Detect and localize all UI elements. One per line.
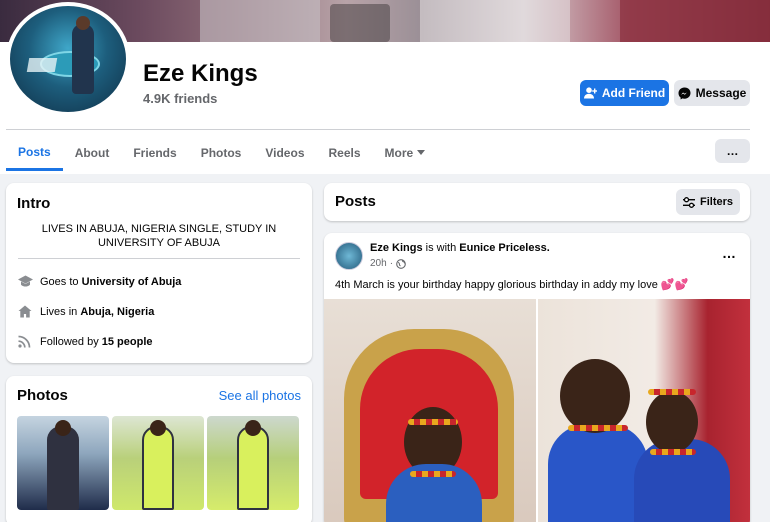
post-text: 4th March is your birthday happy gloriou… — [335, 278, 688, 291]
cover-photo-region — [330, 4, 390, 42]
add-friend-button[interactable]: Add Friend — [580, 80, 669, 106]
photo-figure — [47, 426, 79, 510]
posts-header-card: Posts Filters — [324, 183, 750, 221]
see-all-photos-link[interactable]: See all photos — [219, 388, 301, 403]
woman-head-graphic — [646, 391, 698, 453]
cover-photo-region — [420, 0, 570, 42]
posts-title: Posts — [335, 193, 376, 210]
friends-count[interactable]: 4.9K friends — [143, 91, 217, 106]
photos-title: Photos — [17, 387, 68, 404]
man-head-graphic — [560, 359, 630, 433]
message-label: Message — [695, 86, 747, 100]
profile-name[interactable]: Eze Kings — [143, 60, 258, 88]
coral-beads-graphic — [568, 425, 628, 431]
photo-figure — [142, 426, 174, 510]
coral-beads-graphic — [650, 449, 696, 455]
tab-posts[interactable]: Posts — [6, 135, 63, 171]
intro-card: Intro LIVES IN ABUJA, NIGERIA SINGLE, ST… — [6, 183, 312, 363]
header-divider — [6, 129, 750, 130]
tab-posts-label: Posts — [18, 144, 51, 159]
photo-thumbnail[interactable] — [17, 416, 109, 510]
intro-education-prefix: Goes to — [40, 276, 79, 288]
post-image[interactable] — [538, 299, 750, 522]
post-time[interactable]: 20h — [370, 258, 387, 269]
photo-figure-head — [55, 420, 71, 436]
profile-avatar[interactable] — [6, 2, 130, 116]
photo-figure — [237, 426, 269, 510]
tab-reels[interactable]: Reels — [317, 135, 373, 171]
post-with-text: is with — [425, 242, 457, 254]
graduation-cap-icon — [18, 275, 33, 289]
more-dots-icon: … — [726, 144, 739, 158]
intro-followers-row: Followed by 15 people — [18, 335, 153, 349]
intro-education-text: Goes to University of Abuja — [40, 276, 181, 288]
tab-more[interactable]: More — [373, 135, 438, 171]
tab-photos[interactable]: Photos — [189, 135, 254, 171]
intro-education-row: Goes to University of Abuja — [18, 275, 181, 289]
intro-location-prefix: Lives in — [40, 306, 78, 318]
tab-photos-label: Photos — [200, 146, 242, 160]
filters-label: Filters — [699, 196, 733, 208]
cover-photo-region — [200, 0, 320, 42]
man-body-graphic — [548, 424, 648, 522]
post-meta: 20h · — [370, 258, 406, 269]
add-friend-label: Add Friend — [601, 86, 666, 100]
tab-videos-label: Videos — [265, 146, 305, 160]
coral-beads-graphic — [410, 471, 456, 477]
photo-figure-head — [150, 420, 166, 436]
intro-bio: LIVES IN ABUJA, NIGERIA SINGLE, STUDY IN… — [41, 223, 277, 249]
tab-friends-label: Friends — [133, 146, 177, 160]
followers-link[interactable]: 15 people — [102, 336, 153, 348]
intro-location-text: Lives in Abuja, Nigeria — [40, 306, 154, 318]
avatar-banner-graphic — [26, 58, 58, 72]
profile-tabs: Posts About Friends Photos Videos Reels … — [6, 135, 437, 173]
sliders-icon — [682, 196, 695, 208]
profile-more-button[interactable]: … — [715, 139, 750, 163]
filters-button[interactable]: Filters — [676, 189, 740, 215]
intro-location-row: Lives in Abuja, Nigeria — [18, 305, 154, 319]
post-body: 4th March is your birthday happy gloriou… — [335, 279, 658, 291]
photos-card: Photos See all photos — [6, 376, 312, 522]
coral-beads-graphic — [408, 419, 458, 425]
message-button[interactable]: Message — [674, 80, 750, 106]
add-person-icon — [583, 87, 597, 99]
intro-followers-prefix: Followed by — [40, 336, 99, 348]
avatar-person-head — [76, 16, 90, 30]
post-options-button[interactable]: … — [722, 245, 736, 261]
post-author-line: Eze Kings is with Eunice Priceless. — [370, 242, 550, 254]
tab-videos[interactable]: Videos — [253, 135, 316, 171]
post-tagged-link[interactable]: Eunice Priceless. — [459, 242, 550, 254]
tab-about[interactable]: About — [63, 135, 122, 171]
cover-photo-region — [620, 0, 770, 42]
tab-about-label: About — [74, 146, 110, 160]
avatar-person-figure — [72, 24, 94, 94]
globe-icon — [396, 258, 406, 269]
tab-friends[interactable]: Friends — [121, 135, 188, 171]
intro-followers-text: Followed by 15 people — [40, 336, 153, 348]
post-image[interactable] — [324, 299, 536, 522]
post-card: Eze Kings is with Eunice Priceless. 20h … — [324, 233, 750, 522]
photo-figure-head — [245, 420, 261, 436]
photo-thumbnail[interactable] — [207, 416, 299, 510]
photo-thumbnail[interactable] — [112, 416, 204, 510]
rss-icon — [18, 335, 32, 349]
intro-divider — [18, 258, 300, 259]
location-link[interactable]: Abuja, Nigeria — [80, 306, 154, 318]
education-link[interactable]: University of Abuja — [82, 276, 182, 288]
messenger-icon — [678, 87, 691, 100]
caret-down-icon — [417, 150, 426, 156]
post-hearts: 💕💕 — [660, 279, 689, 291]
home-icon — [18, 305, 32, 319]
post-author-link[interactable]: Eze Kings — [370, 242, 423, 254]
post-author-avatar[interactable] — [335, 242, 363, 270]
tab-reels-label: Reels — [328, 146, 361, 160]
coral-beads-graphic — [648, 389, 696, 395]
post-meta-separator: · — [389, 258, 394, 269]
intro-title: Intro — [17, 195, 51, 212]
tab-more-label: More — [384, 146, 414, 160]
